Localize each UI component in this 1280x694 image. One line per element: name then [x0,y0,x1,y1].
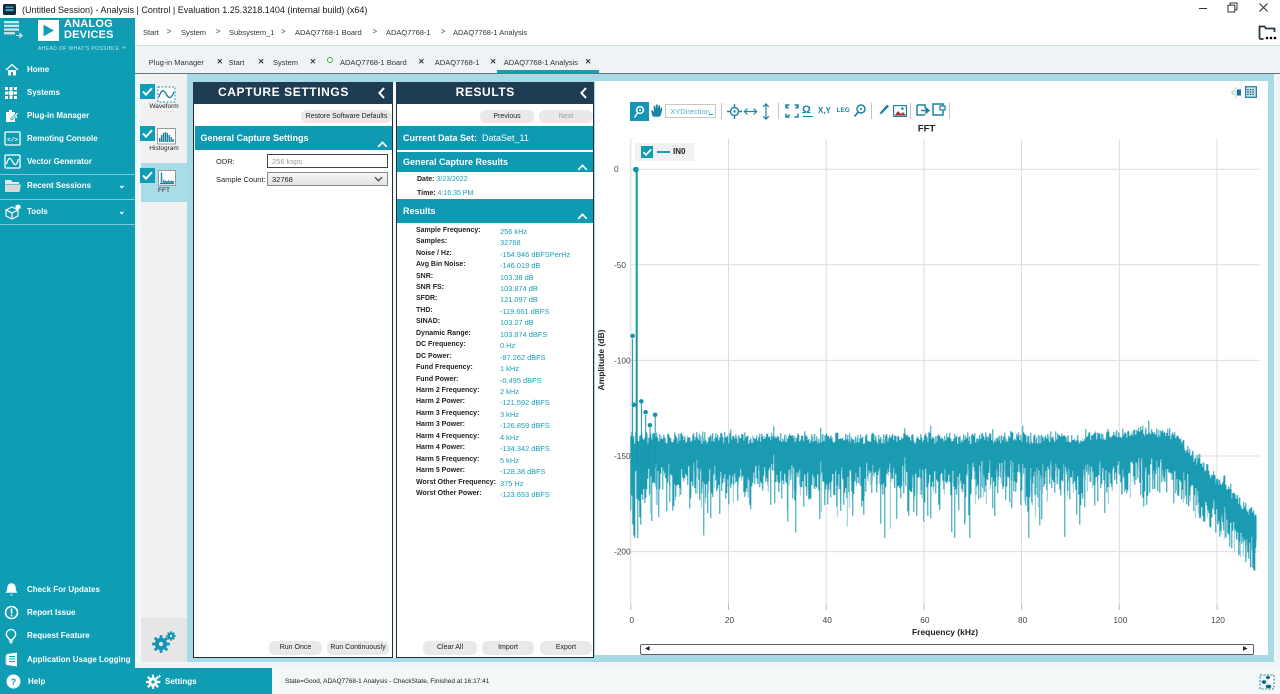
svg-text:-100: -100 [614,355,631,365]
svg-text:-200: -200 [614,547,631,557]
svg-text:60: 60 [920,615,930,625]
svg-text:Amplitude (dB): Amplitude (dB) [596,329,606,390]
svg-text:20: 20 [725,615,735,625]
svg-text:Frequency (kHz): Frequency (kHz) [912,627,978,637]
svg-text:40: 40 [823,615,833,625]
svg-text:120: 120 [1211,615,1225,625]
svg-text:-50: -50 [614,260,626,270]
svg-text:80: 80 [1018,615,1028,625]
svg-text:0: 0 [614,164,619,174]
svg-text:100: 100 [1113,615,1127,625]
svg-text:FFT: FFT [918,124,936,135]
svg-text:-150: -150 [614,451,631,461]
svg-text:</>: </> [7,137,18,144]
svg-text:?: ? [11,677,17,687]
svg-text:0: 0 [629,615,634,625]
